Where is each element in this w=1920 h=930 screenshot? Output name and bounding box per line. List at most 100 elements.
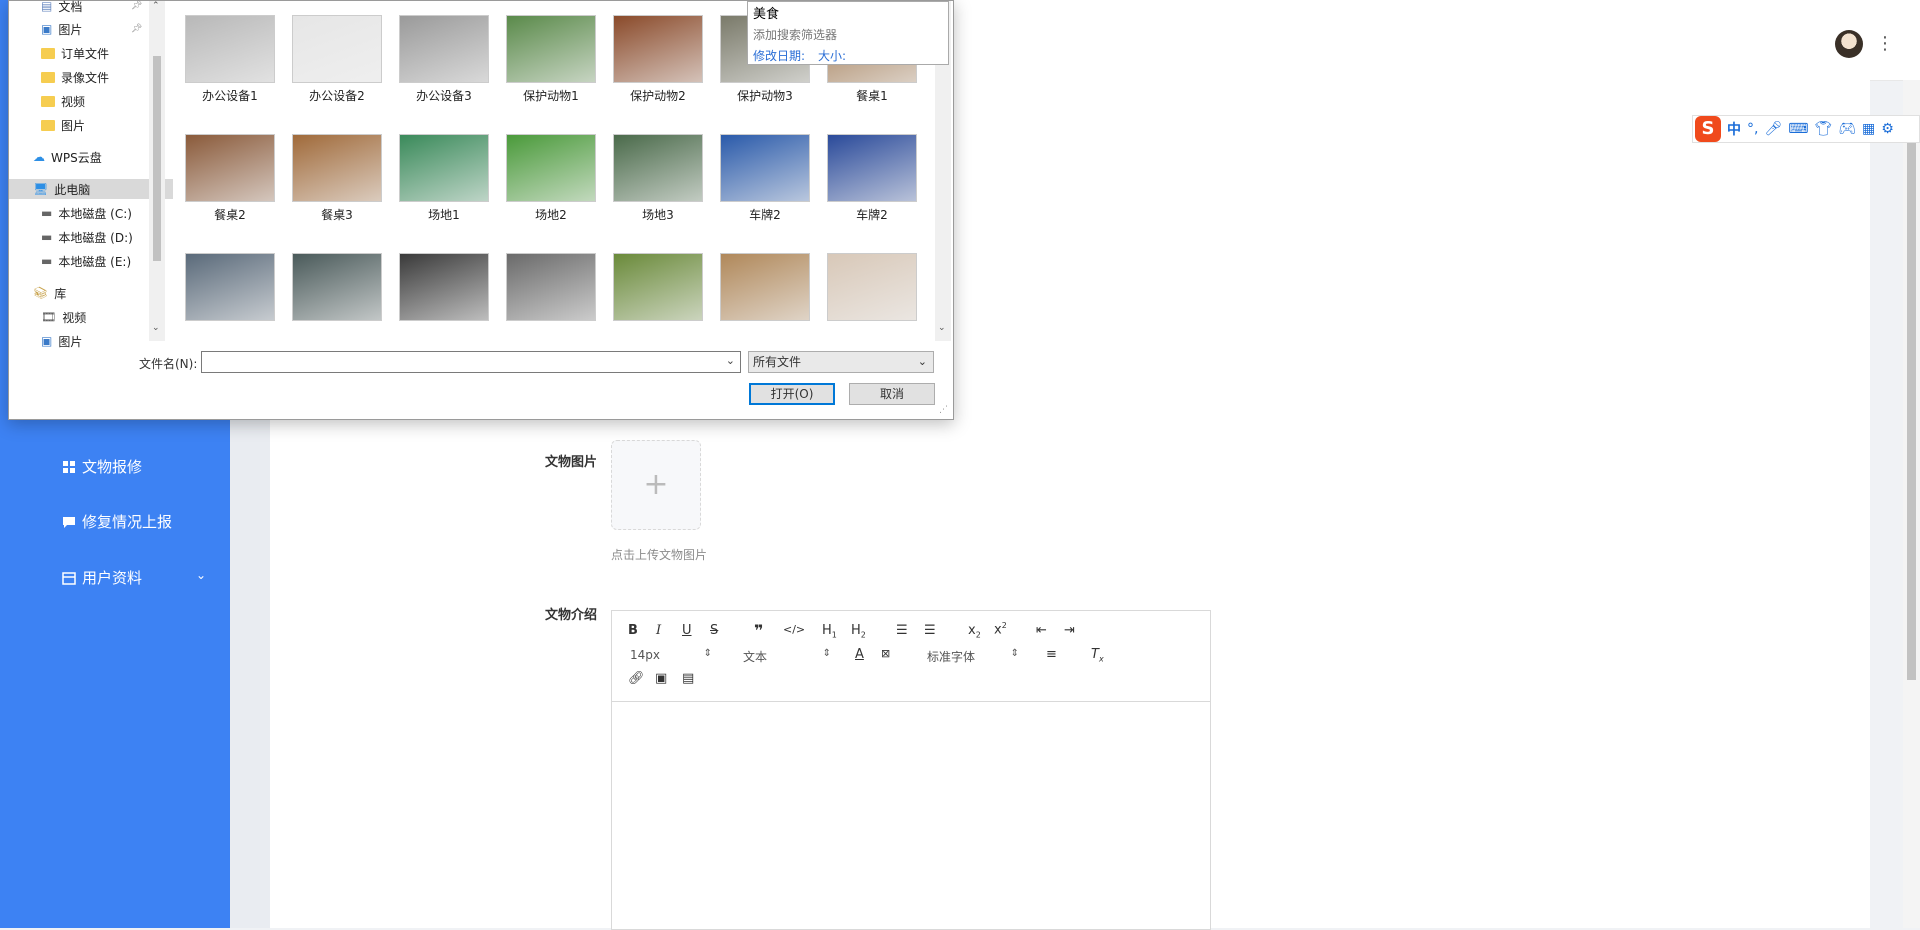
- file-name: 办公设备1: [202, 89, 258, 103]
- file-name: 办公设备2: [309, 89, 365, 103]
- nav-item[interactable]: ▣ 图片 📌︎: [9, 19, 142, 39]
- file-item[interactable]: 场地1: [391, 134, 497, 223]
- chevron-down-icon[interactable]: ⌄: [726, 354, 735, 367]
- resize-grip-icon[interactable]: ⋰: [939, 405, 951, 417]
- file-item[interactable]: 餐桌2: [177, 134, 283, 223]
- font-color-icon[interactable]: A: [855, 647, 864, 662]
- file-item[interactable]: [177, 253, 283, 325]
- open-button[interactable]: 打开(O): [749, 383, 835, 405]
- nav-scrollbar[interactable]: ⌃ ⌄: [149, 1, 165, 341]
- image-upload-button[interactable]: +: [611, 440, 701, 530]
- nav-item[interactable]: 📚︎ 库: [9, 283, 66, 303]
- file-item[interactable]: 保护动物2: [605, 15, 711, 104]
- nav-item[interactable]: ▬ 本地磁盘 (E:): [9, 251, 131, 271]
- file-item[interactable]: 场地2: [498, 134, 604, 223]
- underline-icon[interactable]: U: [682, 623, 692, 638]
- nav-item[interactable]: 订单文件: [9, 43, 109, 63]
- sidebar-item-report[interactable]: 修复情况上报: [62, 511, 172, 532]
- file-name: 保护动物1: [523, 89, 579, 103]
- nav-item-label: 本地磁盘 (E:): [58, 254, 132, 269]
- file-item[interactable]: 车牌2: [819, 134, 925, 223]
- ordered-list-icon[interactable]: ☰: [896, 623, 908, 638]
- scroll-down-icon[interactable]: ⌄: [938, 323, 946, 333]
- scroll-down-icon[interactable]: ⌄: [152, 323, 160, 333]
- font-family-select[interactable]: 标准字体: [927, 648, 1019, 665]
- nav-item[interactable]: 图片: [9, 115, 85, 135]
- ime-mode-toggle[interactable]: 中: [1727, 119, 1741, 139]
- search-input[interactable]: 美食: [753, 3, 779, 22]
- nav-scroll-thumb[interactable]: [153, 56, 161, 261]
- keyboard-icon[interactable]: ⌨: [1788, 121, 1808, 137]
- italic-icon[interactable]: I: [656, 623, 661, 638]
- file-item[interactable]: 办公设备2: [284, 15, 390, 104]
- code-icon[interactable]: </>: [783, 623, 805, 636]
- more-menu-icon[interactable]: ⋮: [1876, 30, 1894, 58]
- pin-icon: 📌︎: [131, 1, 143, 11]
- file-name: 车牌2: [749, 208, 781, 222]
- settings-icon[interactable]: ⚙: [1881, 121, 1894, 137]
- page-scrollbar[interactable]: [1903, 80, 1920, 928]
- game-icon[interactable]: 🎮︎: [1838, 121, 1856, 137]
- nav-item[interactable]: ▣ 图片: [9, 331, 82, 351]
- date-filter-link[interactable]: 修改日期:: [753, 47, 805, 64]
- outdent-icon[interactable]: ⇤: [1036, 623, 1047, 638]
- apps-icon[interactable]: ▦: [1862, 121, 1875, 137]
- image-field-label: 文物图片: [545, 455, 598, 470]
- file-item[interactable]: 保护动物1: [498, 15, 604, 104]
- microphone-icon[interactable]: 🎤︎: [1764, 121, 1782, 137]
- skin-icon[interactable]: 👕︎: [1814, 121, 1832, 137]
- nav-item[interactable]: ▬ 本地磁盘 (C:): [9, 203, 132, 223]
- filename-field[interactable]: ⌄: [201, 351, 741, 373]
- file-item[interactable]: [498, 253, 604, 325]
- file-item[interactable]: 场地3: [605, 134, 711, 223]
- sidebar-item-repair[interactable]: 文物报修: [62, 456, 142, 477]
- background-color-icon[interactable]: ⊠: [881, 647, 890, 660]
- nav-item[interactable]: 🎞︎ 视频: [9, 307, 86, 327]
- file-item[interactable]: [391, 253, 497, 325]
- nav-item[interactable]: ☁ WPS云盘: [9, 147, 102, 167]
- file-item[interactable]: [605, 253, 711, 325]
- nav-item-label: 图片: [58, 22, 83, 37]
- file-item[interactable]: 办公设备3: [391, 15, 497, 104]
- file-item[interactable]: 车牌2: [712, 134, 818, 223]
- superscript-icon[interactable]: x2: [994, 621, 1007, 637]
- file-item[interactable]: [284, 253, 390, 325]
- strikethrough-icon[interactable]: S: [710, 623, 718, 638]
- nav-item-label: 此电脑: [54, 182, 91, 197]
- sidebar-item-profile[interactable]: 用户资料: [62, 567, 142, 588]
- bullet-list-icon[interactable]: ☰: [924, 623, 936, 638]
- avatar[interactable]: [1835, 30, 1863, 58]
- nav-item[interactable]: 视频: [9, 91, 85, 111]
- add-search-filter[interactable]: 添加搜索筛选器: [753, 26, 837, 43]
- video-icon[interactable]: ▤: [682, 671, 694, 686]
- subscript-icon[interactable]: x2: [968, 623, 981, 640]
- cancel-button[interactable]: 取消: [849, 383, 935, 405]
- filetype-select[interactable]: 所有文件 ⌄: [748, 351, 934, 373]
- file-item[interactable]: [712, 253, 818, 325]
- nav-item-label: 订单文件: [61, 46, 110, 61]
- page-scroll-thumb[interactable]: [1907, 140, 1916, 680]
- nav-item[interactable]: ▬ 本地磁盘 (D:): [9, 227, 133, 247]
- chevron-down-icon[interactable]: ⌄: [196, 568, 206, 582]
- indent-icon[interactable]: ⇥: [1064, 623, 1075, 638]
- heading1-icon[interactable]: H1: [822, 623, 837, 640]
- bold-icon[interactable]: B: [628, 623, 638, 638]
- font-size-select[interactable]: 14px: [630, 648, 712, 662]
- image-icon[interactable]: ▣: [655, 671, 667, 686]
- file-item[interactable]: 办公设备1: [177, 15, 283, 104]
- align-icon[interactable]: ≡: [1046, 647, 1057, 662]
- block-format-select[interactable]: 文本: [743, 648, 831, 665]
- nav-item[interactable]: 录像文件: [9, 67, 109, 87]
- heading2-icon[interactable]: H2: [851, 623, 866, 640]
- file-item[interactable]: [819, 253, 925, 325]
- quote-icon[interactable]: ❞: [754, 621, 763, 640]
- clear-format-icon[interactable]: Tx: [1091, 647, 1104, 664]
- sogou-logo-icon[interactable]: S: [1695, 116, 1721, 142]
- size-filter-link[interactable]: 大小:: [818, 47, 846, 64]
- scroll-up-icon[interactable]: ⌃: [152, 1, 160, 11]
- link-icon[interactable]: 🔗︎: [628, 671, 645, 686]
- file-item[interactable]: 餐桌3: [284, 134, 390, 223]
- ime-punct-toggle[interactable]: °,: [1747, 121, 1758, 137]
- nav-item[interactable]: ▤ 文档 📌︎: [9, 0, 142, 16]
- folder-icon: [41, 95, 55, 107]
